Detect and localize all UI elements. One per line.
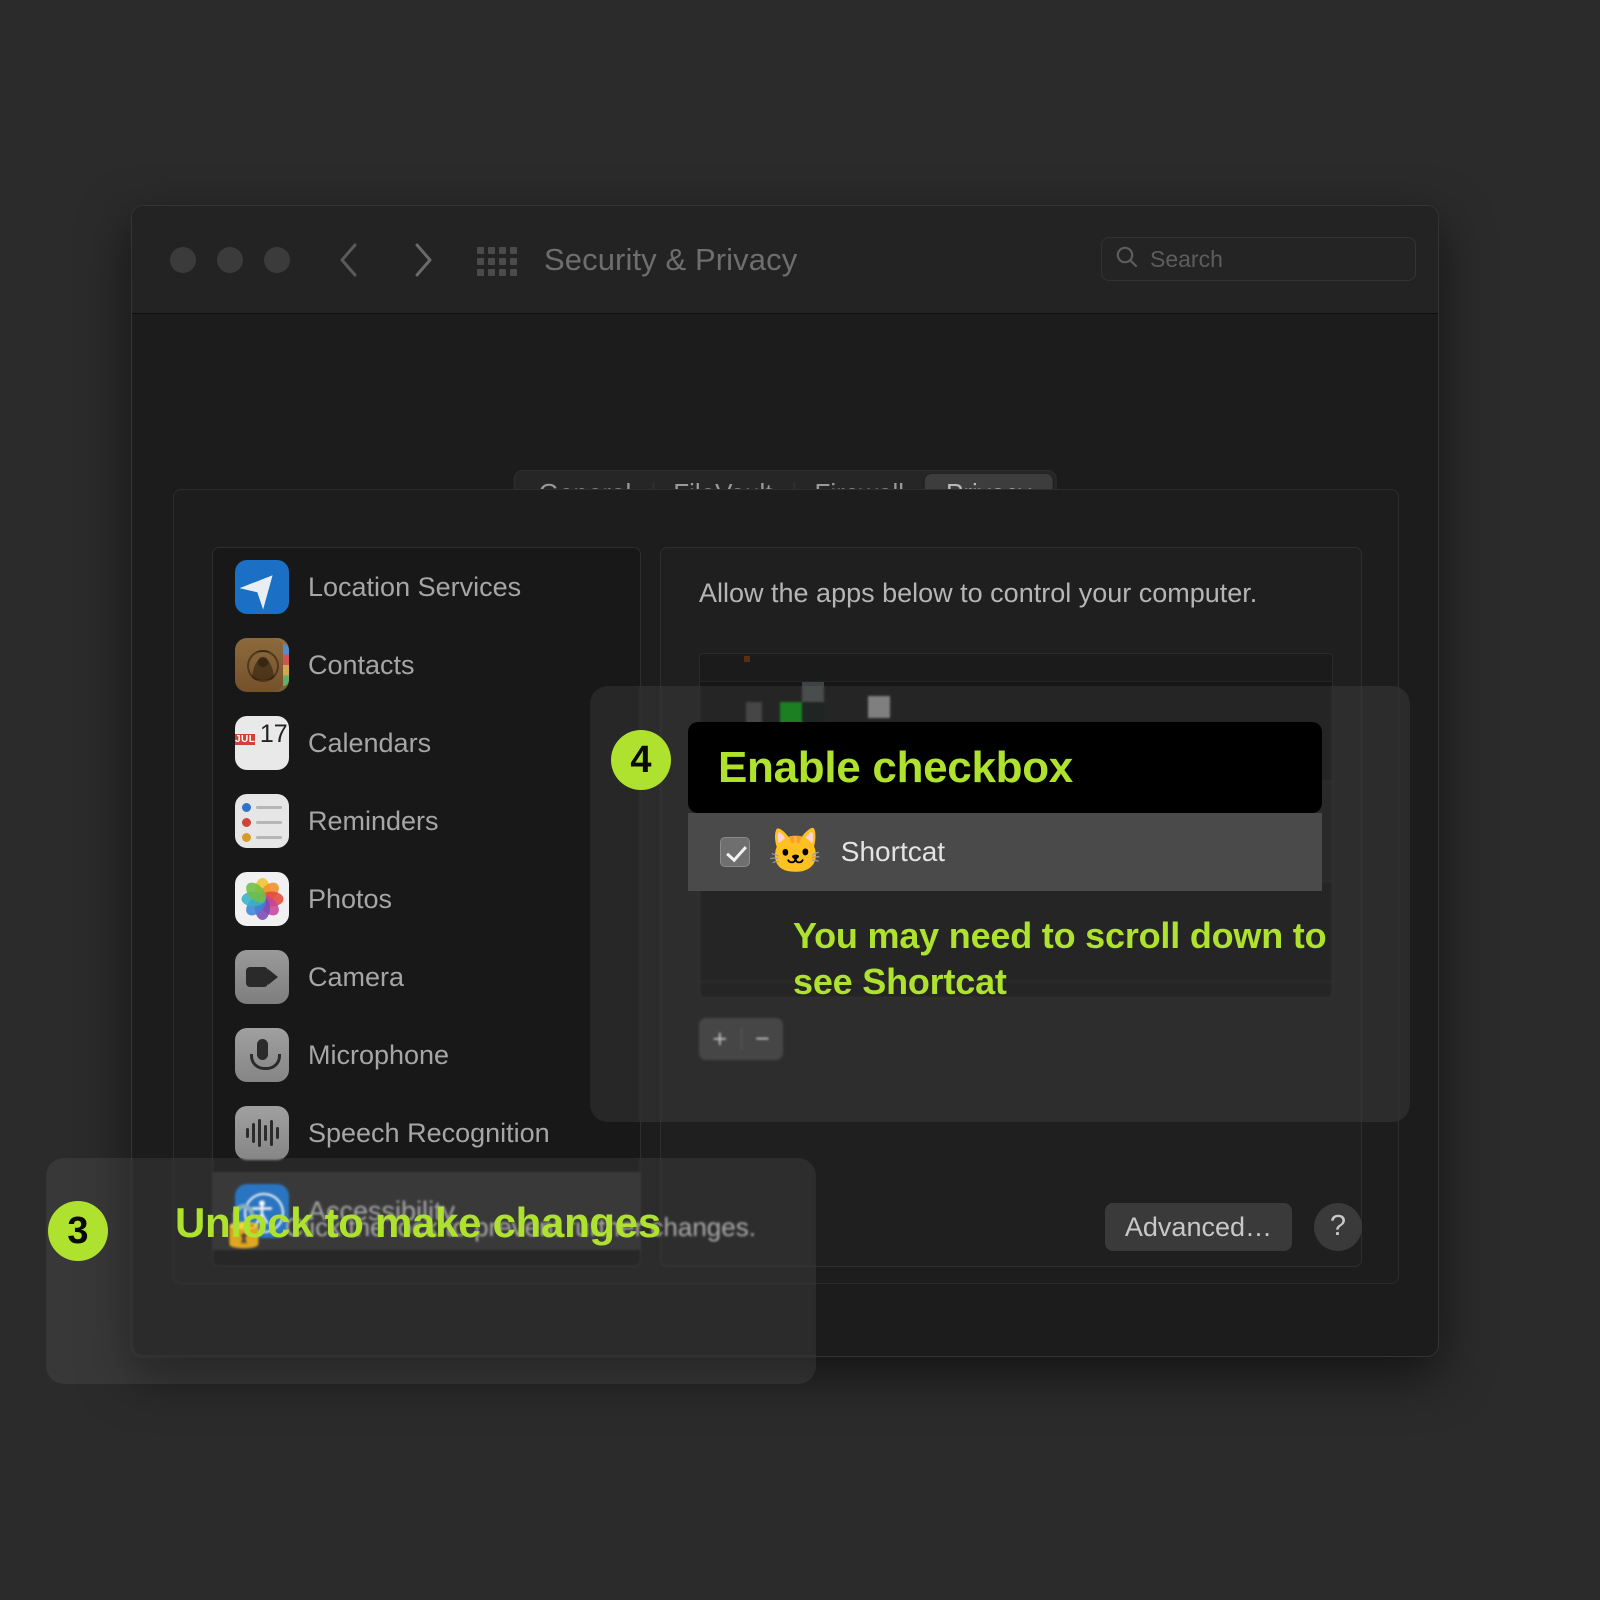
sidebar-item-label: Speech Recognition (308, 1117, 550, 1148)
calendar-month: JUL (235, 734, 256, 745)
page-title: Security & Privacy (544, 242, 798, 277)
sidebar-item-location-services[interactable]: Location Services (213, 548, 640, 626)
sidebar-item-label: Reminders (308, 805, 439, 836)
sidebar-item-label: Calendars (308, 727, 432, 758)
callout-4-title: Enable checkbox (718, 742, 1073, 792)
location-services-icon (235, 560, 289, 614)
traffic-lights (170, 247, 290, 273)
sidebar-item-microphone[interactable]: Microphone (213, 1016, 640, 1094)
search-input[interactable]: Search (1101, 237, 1416, 281)
callout-4-banner: Enable checkbox (688, 722, 1322, 813)
search-placeholder: Search (1150, 245, 1223, 272)
search-icon (1114, 244, 1140, 275)
show-all-grid-icon[interactable] (475, 245, 519, 277)
sidebar-item-camera[interactable]: Camera (213, 938, 640, 1016)
contacts-icon (235, 638, 289, 692)
callout-3-overlay (46, 1158, 816, 1384)
callout-4-note: You may need to scroll down to see Short… (793, 915, 1327, 1003)
chevron-right-icon[interactable] (400, 236, 446, 284)
sidebar-item-label: Camera (308, 961, 405, 992)
window-titlebar: Security & Privacy Search (132, 206, 1438, 314)
calendar-icon: JUL 17 (235, 716, 289, 770)
close-button[interactable] (170, 247, 196, 273)
callout-3-badge: 3 (48, 1201, 108, 1261)
callout-4-badge: 4 (611, 730, 671, 790)
sidebar-item-label: Contacts (308, 649, 415, 680)
sidebar-item-calendars[interactable]: JUL 17 Calendars (213, 704, 640, 782)
shortcat-label: Shortcat (840, 836, 946, 867)
screenshot-root: Security & Privacy Search General FileVa… (0, 0, 1600, 1600)
zoom-button[interactable] (264, 247, 290, 273)
speech-recognition-icon (235, 1106, 289, 1160)
list-header (700, 654, 1332, 682)
header-marker-icon (744, 656, 750, 662)
callout-3-title: Unlock to make changes (175, 1199, 661, 1246)
sidebar-item-label: Photos (308, 883, 393, 914)
sidebar-item-contacts[interactable]: Contacts (213, 626, 640, 704)
camera-icon (235, 950, 289, 1004)
sidebar-item-label: Microphone (308, 1039, 450, 1070)
reminders-icon (235, 794, 289, 848)
help-button[interactable]: ? (1314, 1203, 1362, 1251)
chevron-left-icon[interactable] (326, 236, 372, 284)
cat-emoji-icon: 🐱 (768, 827, 823, 876)
shortcat-row[interactable]: 🐱 Shortcat (688, 813, 1322, 891)
microphone-icon (235, 1028, 289, 1082)
minimize-button[interactable] (217, 247, 243, 273)
advanced-button[interactable]: Advanced… (1104, 1203, 1292, 1251)
sidebar-item-reminders[interactable]: Reminders (213, 782, 640, 860)
calendar-day: 17 (259, 720, 288, 748)
shortcat-checkbox[interactable] (720, 837, 750, 867)
detail-heading: Allow the apps below to control your com… (699, 578, 1258, 608)
sidebar-item-label: Location Services (308, 571, 522, 602)
sidebar-item-photos[interactable]: Photos (213, 860, 640, 938)
photos-icon (235, 872, 289, 926)
